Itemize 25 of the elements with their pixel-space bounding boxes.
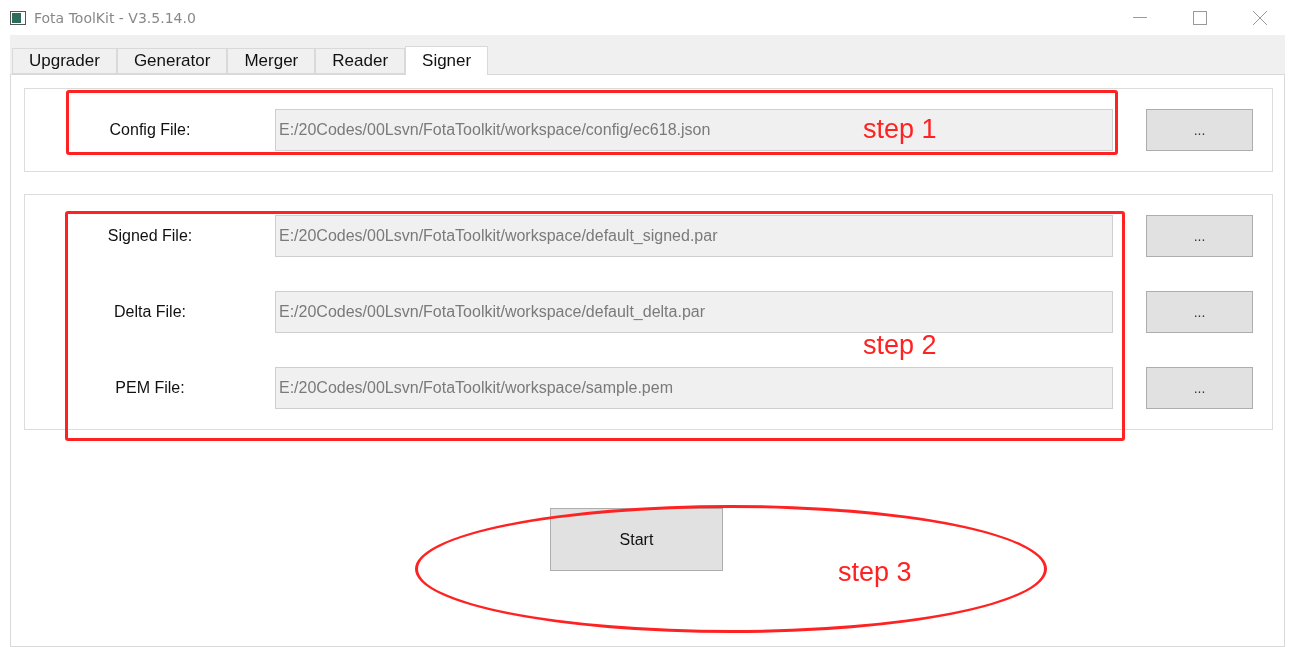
annotation-label: step 1 xyxy=(863,114,937,145)
browse-button[interactable]: ... xyxy=(1146,291,1253,333)
annotation-label: step 2 xyxy=(863,330,937,361)
tab[interactable]: Generator xyxy=(116,48,228,74)
tab[interactable]: Merger xyxy=(227,48,316,74)
app-icon xyxy=(10,10,26,25)
browse-button[interactable]: ... xyxy=(1146,215,1253,257)
path-field[interactable]: E:/20Codes/00Lsvn/FotaToolkit/workspace/sample.pem xyxy=(275,367,1113,409)
field-label: Signed File: xyxy=(106,227,194,245)
browse-button[interactable]: ... xyxy=(1146,109,1253,151)
minimize-icon[interactable] xyxy=(1133,16,1147,19)
annotation-label: step 3 xyxy=(838,557,912,588)
tab[interactable]: Reader xyxy=(315,48,406,74)
close-icon[interactable] xyxy=(1253,10,1267,25)
tab[interactable]: Signer xyxy=(405,46,489,75)
field-label: Delta File: xyxy=(113,303,187,321)
tab[interactable]: Upgrader xyxy=(12,48,117,74)
path-field[interactable]: E:/20Codes/00Lsvn/FotaToolkit/workspace/default_signed.par xyxy=(275,215,1113,257)
start-button[interactable]: Start xyxy=(550,508,723,571)
browse-button[interactable]: ... xyxy=(1146,367,1253,409)
field-label: Config File: xyxy=(108,121,192,139)
maximize-icon[interactable] xyxy=(1193,10,1207,25)
field-label: PEM File: xyxy=(114,379,186,397)
path-field[interactable]: E:/20Codes/00Lsvn/FotaToolkit/workspace/default_delta.par xyxy=(275,291,1113,333)
window-title: Fota ToolKit - V3.5.14.0 xyxy=(34,9,196,26)
